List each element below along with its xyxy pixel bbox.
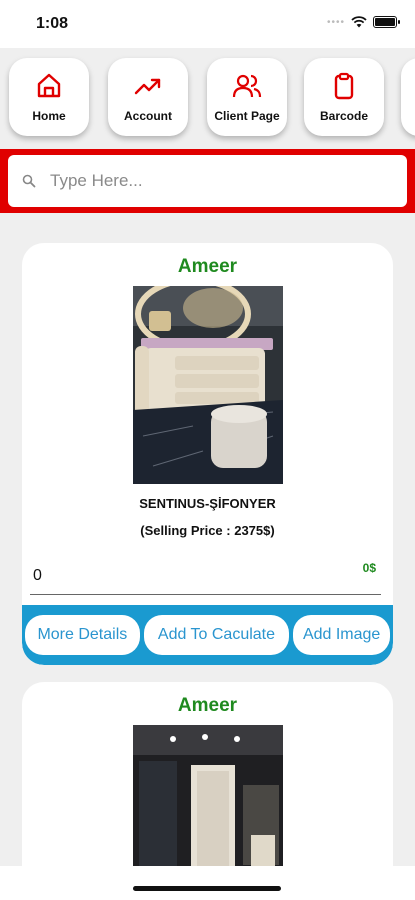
- nav-row: Home Account Client Page Barcode: [0, 48, 415, 146]
- product-photo[interactable]: [132, 286, 283, 484]
- home-indicator[interactable]: [133, 886, 281, 891]
- home-icon: [37, 73, 61, 98]
- status-icons: ••••: [326, 16, 400, 28]
- signal-icon: ••••: [326, 16, 345, 28]
- add-image-button[interactable]: Add Image: [293, 615, 390, 655]
- search-input[interactable]: [50, 171, 350, 191]
- product-card: Ameer SENTINUS-ŞİFONYER (Selling Price :…: [22, 243, 393, 665]
- quantity-field[interactable]: 0: [33, 567, 42, 585]
- search-box[interactable]: [8, 155, 407, 207]
- quantity-row: 0 0$: [22, 548, 393, 595]
- battery-icon: [373, 16, 400, 28]
- search-icon: [22, 174, 36, 188]
- product-name: SENTINUS-ŞİFONYER: [139, 496, 276, 511]
- product-owner: Ameer: [177, 256, 238, 277]
- nav-home-label: Home: [32, 109, 66, 123]
- product-actions: More Details Add To Caculate Add Image: [22, 605, 393, 665]
- status-time: 1:08: [36, 15, 69, 32]
- total-amount: 0$: [362, 561, 376, 575]
- more-details-button[interactable]: More Details: [25, 615, 140, 655]
- bottom-safe-area: [0, 866, 415, 900]
- nav-account-button[interactable]: Account: [108, 58, 188, 136]
- nav-barcode-label: Barcode: [319, 109, 369, 123]
- nav-home-button[interactable]: Home: [9, 58, 89, 136]
- nav-client-page-button[interactable]: Client Page: [207, 58, 287, 136]
- add-to-calculate-button[interactable]: Add To Caculate: [143, 615, 290, 655]
- nav-client-page-label: Client Page: [214, 109, 280, 123]
- quantity-underline: [30, 594, 381, 595]
- nav-more-button[interactable]: [401, 58, 415, 136]
- wifi-icon: [351, 16, 367, 28]
- clipboard-icon: [334, 72, 354, 100]
- trend-up-icon: [134, 78, 161, 95]
- nav-barcode-button[interactable]: Barcode: [304, 58, 384, 136]
- product-owner: Ameer: [177, 695, 238, 716]
- status-bar: 1:08 ••••: [0, 0, 415, 48]
- users-icon: [232, 74, 262, 98]
- nav-account-label: Account: [124, 109, 172, 123]
- search-bar: [0, 149, 415, 213]
- product-price: (Selling Price : 2375$): [140, 523, 275, 538]
